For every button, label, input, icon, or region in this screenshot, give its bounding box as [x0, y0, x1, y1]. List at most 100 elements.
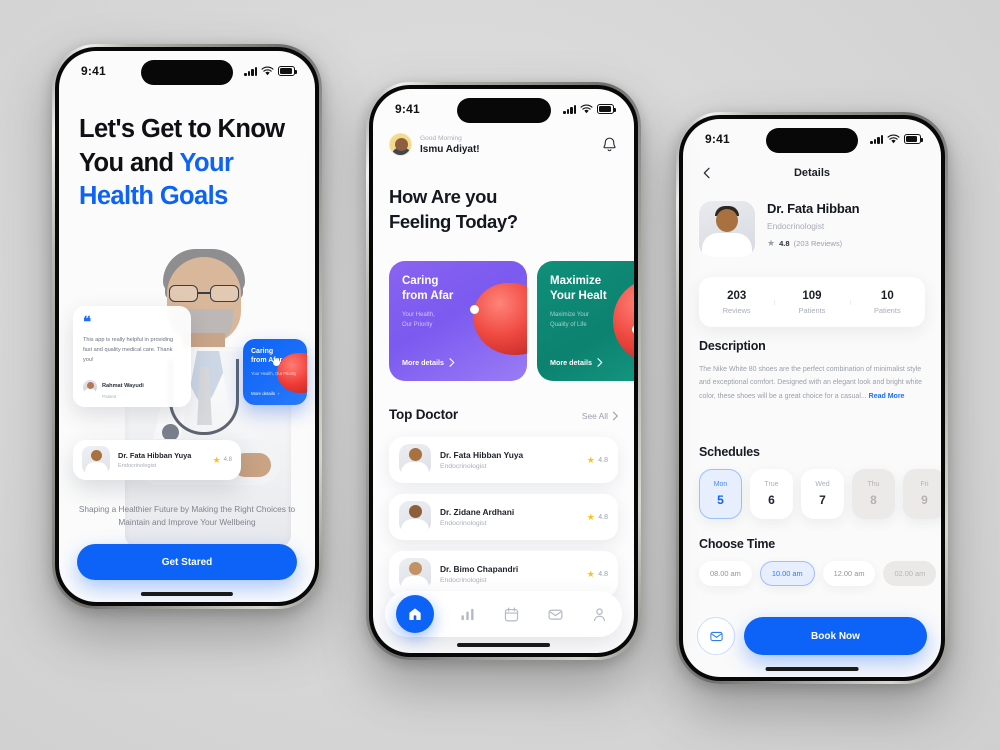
get-started-button[interactable]: Get Stared [77, 544, 297, 580]
phone-home-screen: 9:41 Good Morning Ismu Adiyat! How Are y… [366, 82, 641, 660]
rating-value: 4.8 [779, 239, 790, 248]
booking-footer: Book Now [697, 617, 927, 655]
home-indicator [456, 643, 551, 647]
day-chip[interactable]: True 6 [750, 469, 793, 519]
star-icon: ★ [767, 238, 776, 248]
doctor-name: Dr. Bimo Chapandri [440, 564, 519, 574]
doctor-name: Dr. Zidane Ardhani [440, 507, 515, 517]
status-time: 9:41 [81, 64, 106, 78]
stat-label: Patients [873, 305, 901, 315]
promo-title-line-2: from Afar [402, 289, 454, 302]
chevron-right-icon [597, 358, 603, 367]
signal-icon [244, 66, 257, 76]
promo-title: Caring from Afar [402, 274, 514, 304]
doctor-profile-header: Dr. Fata Hibban Endocrinologist ★ 4.8 (2… [699, 201, 925, 257]
star-icon: ★ [586, 568, 595, 579]
quote-icon: ❝ [83, 314, 91, 331]
doctor-list-item[interactable]: Dr. Fata Hibban Yuya Endocrinologist ★ 4… [389, 437, 618, 483]
rating: ★ 4.8 [213, 455, 232, 465]
phone1-screen: 9:41 Let's Get to Know You and Your Heal… [59, 51, 315, 602]
message-button[interactable] [697, 617, 735, 655]
mail-icon [709, 631, 723, 641]
headline-line-2: Feeling Today? [389, 210, 518, 232]
promo-more-link[interactable]: More details [550, 358, 603, 367]
rating: ★ 4.8 [586, 568, 608, 579]
wifi-icon [887, 134, 900, 144]
avatar [399, 444, 431, 476]
doctor-list: Dr. Fata Hibban Yuya Endocrinologist ★ 4… [389, 437, 618, 597]
doctor-card[interactable]: Dr. Fata Hibban Yuya Endocrinologist ★ 4… [73, 440, 241, 480]
dot-accent [273, 359, 280, 366]
promo-card-caring[interactable]: Caring from Afar Your Health, Our Priori… [389, 261, 527, 381]
stat-label: Patients [798, 305, 826, 315]
home-headline: How Are you Feeling Today? [389, 185, 616, 235]
tab-calendar[interactable] [500, 603, 522, 625]
time-slot[interactable]: 08.00 am [699, 561, 752, 586]
testimonial-text: This app is really helpful in providing … [83, 337, 174, 363]
mockup-stage: 9:41 Details Dr. Fata Hibban Endocrinolo… [0, 0, 1000, 750]
top-doctor-section-header: Top Doctor See All [389, 407, 618, 422]
status-icons [563, 104, 616, 114]
stat-item: 109 Patients [774, 290, 849, 315]
doctor-list-item[interactable]: Dr. Zidane Ardhani Endocrinologist ★ 4.8 [389, 494, 618, 540]
promo-sub-line-1: Your Health, [402, 311, 435, 318]
read-more-link[interactable]: Read More [869, 393, 905, 400]
headline-line-1: How Are you [389, 186, 497, 207]
status-time: 9:41 [395, 102, 420, 116]
promo-title-line-1: Maximize [550, 275, 602, 287]
doctor-name: Dr. Fata Hibban [767, 201, 860, 216]
stat-value: 109 [802, 289, 822, 302]
time-slot[interactable]: 10.00 am [759, 561, 815, 586]
day-chip[interactable]: Mon 5 [699, 469, 742, 519]
time-slot[interactable]: 12.00 am [822, 561, 876, 586]
book-now-button[interactable]: Book Now [744, 617, 927, 655]
day-name: Fri [920, 481, 929, 488]
chevron-right-icon [612, 411, 618, 421]
phone3-screen: 9:41 Details Dr. Fata Hibban Endocrinolo… [683, 119, 941, 677]
avatar [699, 201, 755, 257]
see-all-link[interactable]: See All [582, 411, 618, 421]
day-name: Thu [867, 481, 880, 488]
doctor-name: Dr. Fata Hibban Yuya [118, 451, 192, 461]
tab-mail[interactable] [545, 603, 567, 625]
promo-card-caring[interactable]: Caring from Afar Your Health, Our Priorit… [243, 339, 307, 405]
doctor-role: Endocrinologist [440, 577, 487, 584]
star-icon: ★ [586, 511, 595, 522]
testimonial-card: ❝ This app is really helpful in providin… [73, 306, 191, 407]
promo-more-link[interactable]: More details [402, 358, 455, 367]
user-name: Ismu Adiyat! [420, 143, 480, 155]
promo-subtitle: Your Health, Our Priority [251, 370, 297, 376]
day-chip[interactable]: Wed 7 [801, 469, 844, 519]
day-date: 6 [768, 493, 775, 507]
tab-home[interactable] [396, 595, 435, 633]
avatar[interactable] [389, 133, 412, 156]
day-chip[interactable]: Fri 9 [903, 469, 941, 519]
avatar [399, 501, 431, 533]
day-chip[interactable]: Thu 8 [852, 469, 895, 519]
promo-more-link[interactable]: More details › [251, 391, 299, 396]
dynamic-island [456, 98, 551, 123]
more-label: More details [402, 358, 444, 367]
day-date: 5 [717, 493, 724, 507]
signal-icon [563, 104, 576, 114]
reviews-count: (203 Reviews) [793, 239, 843, 248]
promo-card-maximize[interactable]: Maximize Your Healt Maximize Your Qualit… [537, 261, 634, 381]
promo-sub-line-2: Quality of Life [550, 321, 587, 328]
bell-icon [603, 137, 616, 152]
time-slot[interactable]: 02.00 am [883, 561, 937, 586]
dot-accent [632, 325, 634, 334]
notification-button[interactable] [601, 136, 618, 153]
stat-item: 10 Patients [849, 290, 925, 315]
rating-value: 4.8 [598, 570, 608, 578]
promo-sub-line-1: Maximize Your [550, 311, 590, 318]
doctor-role: Endocrinologist [440, 520, 487, 527]
author-role: Patient [102, 393, 117, 399]
tab-profile[interactable] [589, 603, 611, 625]
status-icons [244, 66, 297, 76]
page-title: Details [793, 167, 831, 179]
promo-subtitle: Maximize Your Quality of Life [550, 311, 634, 331]
title-line-3-accent: Health Goals [79, 182, 228, 211]
tab-stats[interactable] [456, 603, 478, 625]
home-indicator [140, 592, 234, 596]
stat-value: 203 [727, 289, 747, 302]
